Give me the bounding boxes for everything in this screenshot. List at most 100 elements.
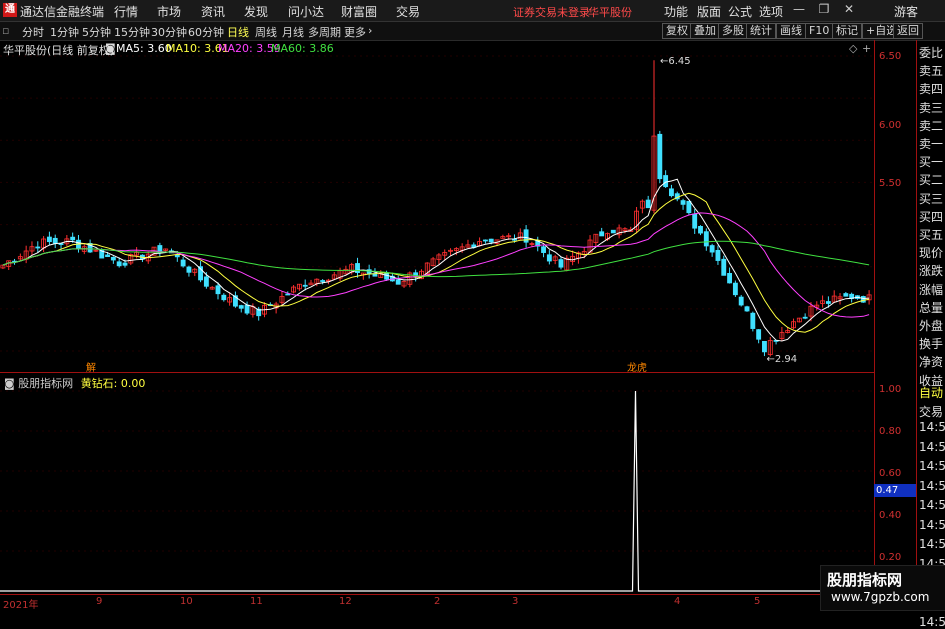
price-tick: 6.00 <box>879 120 902 131</box>
price-axis: 6.50 6.00 5.50 1.00 0.80 0.60 0.40 0.20 <box>874 40 915 590</box>
btn-f10[interactable]: F10 <box>805 23 834 39</box>
menu-assistant[interactable]: 问小达 <box>288 3 324 20</box>
sidebar-toggle-icon[interactable]: ▫ <box>2 24 9 37</box>
candle-body <box>709 245 715 253</box>
period-more[interactable]: 更多 <box>344 24 366 40</box>
candle-body <box>116 261 122 267</box>
indicator-line <box>0 390 874 592</box>
menu-options[interactable]: 选项 <box>759 3 783 20</box>
stock-name-top: 华平股份 <box>588 6 632 19</box>
candle-body <box>744 306 750 312</box>
time-tick: 2 <box>434 596 441 607</box>
period-multi[interactable]: 多周期 <box>308 24 341 40</box>
candle-body <box>610 229 616 234</box>
menu-layout[interactable]: 版面 <box>697 3 721 20</box>
indicator-tick: 1.00 <box>879 384 902 395</box>
candle-body <box>105 254 110 258</box>
time-tick: 12 <box>339 596 352 607</box>
btn-back[interactable]: 返回 <box>893 23 923 39</box>
close-icon[interactable]: ✕ <box>842 2 856 16</box>
period-30min[interactable]: 30分钟 <box>151 24 187 40</box>
period-15min[interactable]: 15分钟 <box>114 24 150 40</box>
login-notice[interactable]: 证券交易未登录 <box>513 4 590 20</box>
candle-body <box>541 246 546 253</box>
menu-formula[interactable]: 公式 <box>728 3 752 20</box>
indicator-tick: 0.60 <box>879 468 902 479</box>
candle-body <box>750 312 756 329</box>
candle-body <box>180 259 186 267</box>
time-tick: 5 <box>754 596 761 607</box>
candle-body <box>762 341 767 353</box>
price-tick: 5.50 <box>879 178 902 189</box>
candle-body <box>645 199 651 209</box>
guest-label[interactable]: 游客 <box>894 3 918 20</box>
kline-chart[interactable]: ←6.45←2.94解 龙虎 <box>0 40 874 410</box>
menu-trade[interactable]: 交易 <box>396 3 420 20</box>
candle-body <box>35 246 41 249</box>
candle-body <box>721 258 727 276</box>
candle-body <box>46 236 52 243</box>
period-toolbar: ▫ 分时 1分钟 5分钟 15分钟 30分钟 60分钟 日线 周线 月线 多周期… <box>0 22 945 41</box>
quote-panel-label: 14:56 <box>919 498 945 512</box>
menu-discover[interactable]: 发现 <box>244 3 268 20</box>
quote-panel-label[interactable]: 自动 <box>919 384 943 401</box>
period-daily[interactable]: 日线 <box>227 24 249 40</box>
menu-news[interactable]: 资讯 <box>201 3 225 20</box>
btn-multistock[interactable]: 多股 <box>718 23 748 39</box>
quote-panel-label: 卖四 <box>919 82 944 97</box>
candle-body <box>599 231 605 237</box>
quote-panel-label: 买四 <box>919 209 944 224</box>
quote-panel-label: 14:56 <box>919 420 945 434</box>
menu-function[interactable]: 功能 <box>664 3 688 20</box>
candle-body <box>186 266 192 273</box>
candle-body <box>58 243 64 245</box>
menu-market[interactable]: 市场 <box>157 3 181 20</box>
candle-body <box>825 301 831 304</box>
indicator-tick: 0.80 <box>879 426 902 437</box>
candle-body <box>110 256 116 261</box>
indicator-chart[interactable] <box>0 373 874 593</box>
candle-body <box>221 294 227 301</box>
candle-body <box>546 254 552 262</box>
indicator-tick: 0.20 <box>879 552 902 563</box>
quote-panel-label: 卖一 <box>919 137 944 151</box>
period-1min[interactable]: 1分钟 <box>50 24 79 40</box>
quote-panel-label: 总量 <box>919 300 944 315</box>
quote-panel-label: 14:56 <box>919 439 945 454</box>
logo-icon: 通 <box>3 3 17 17</box>
quote-panel: 委比 卖五 卖四 卖三 卖二 卖一 买一 买二 买三 买四 买五 现价 涨跌 涨幅 总量 外盘 换手 净资 收益 自动… <box>916 40 945 629</box>
candle-body <box>215 285 221 295</box>
period-timeshare[interactable]: 分时 <box>22 24 44 40</box>
candle-body <box>703 231 709 247</box>
candle-body <box>203 276 209 287</box>
quote-panel-label: 14:56 <box>919 615 945 629</box>
candle-body <box>732 282 738 296</box>
title-bar: 通 通达信金融终端 行情 市场 资讯 发现 问小达 财富圈 交易 证券交易未登录… <box>0 0 945 22</box>
quote-panel-label: 买五 <box>919 228 944 242</box>
quote-panel-label[interactable]: 交易 <box>919 403 943 420</box>
period-5min[interactable]: 5分钟 <box>82 24 111 40</box>
menu-quotes[interactable]: 行情 <box>114 3 138 20</box>
chevron-right-icon[interactable]: › <box>368 24 372 37</box>
restore-icon[interactable]: ❐ <box>817 2 831 16</box>
period-60min[interactable]: 60分钟 <box>188 24 224 40</box>
time-tick: 10 <box>180 596 193 607</box>
btn-mark[interactable]: 标记 <box>832 23 862 39</box>
period-weekly[interactable]: 周线 <box>255 24 277 40</box>
quote-panel-label: 14:56 <box>919 537 945 551</box>
quote-panel-label: 卖二 <box>919 118 944 133</box>
period-monthly[interactable]: 月线 <box>282 24 304 40</box>
minimize-icon[interactable]: — <box>792 2 806 16</box>
btn-overlay[interactable]: 叠加 <box>690 23 720 39</box>
candle-body <box>756 329 762 340</box>
quote-panel-label: 现价 <box>919 246 944 261</box>
btn-draw[interactable]: 画线 <box>776 23 806 39</box>
quote-panel-label: 14:56 <box>919 478 945 493</box>
candle-body <box>244 304 250 314</box>
time-axis: 2021年 9 10 11 12 2 3 4 5 <box>0 594 874 611</box>
candle-body <box>802 316 808 319</box>
btn-adjust[interactable]: 复权 <box>662 23 692 39</box>
btn-stats[interactable]: 统计 <box>746 23 776 39</box>
watermark-url: www.7gpzb.com <box>831 590 930 604</box>
menu-wealth[interactable]: 财富圈 <box>341 3 377 20</box>
